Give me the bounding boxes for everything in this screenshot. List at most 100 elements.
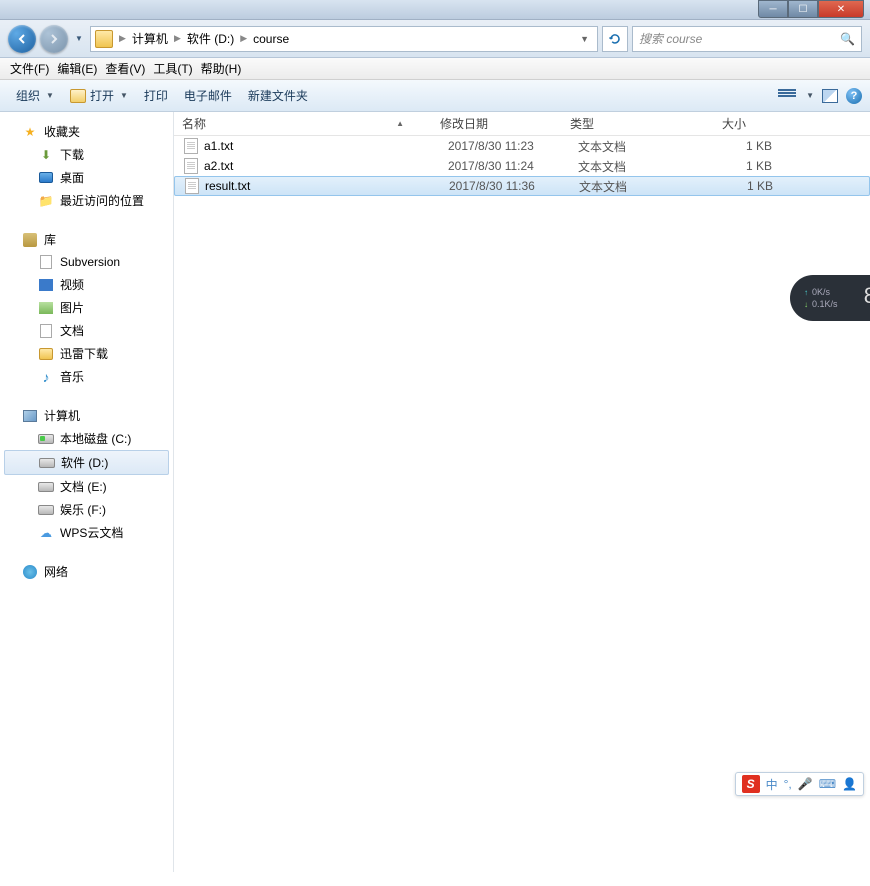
sidebar-drive-e[interactable]: 文档 (E:)	[0, 475, 173, 498]
sidebar-drive-f[interactable]: 娱乐 (F:)	[0, 498, 173, 521]
window-controls: ─ ☐ ✕	[758, 0, 864, 18]
sidebar-documents[interactable]: 文档	[0, 319, 173, 342]
sidebar-drive-c[interactable]: 本地磁盘 (C:)	[0, 427, 173, 450]
text-file-icon	[185, 178, 199, 194]
maximize-button[interactable]: ☐	[788, 0, 818, 18]
download-icon: ⬇	[38, 147, 54, 163]
back-button[interactable]	[8, 25, 36, 53]
forward-button[interactable]	[40, 25, 68, 53]
column-size[interactable]: 大小	[676, 115, 766, 132]
address-dropdown-icon[interactable]: ▼	[576, 34, 593, 44]
organize-button[interactable]: 组织▼	[8, 83, 62, 108]
sidebar-subversion[interactable]: Subversion	[0, 251, 173, 273]
sidebar-music[interactable]: ♪音乐	[0, 365, 173, 388]
computer-header[interactable]: 计算机	[0, 404, 173, 427]
print-button[interactable]: 打印	[136, 83, 176, 108]
libraries-header[interactable]: 库	[0, 228, 173, 251]
drive-icon	[38, 431, 54, 447]
breadcrumb-sep-icon: ▶	[117, 33, 128, 44]
video-icon	[38, 277, 54, 293]
computer-icon	[22, 408, 38, 424]
ime-toolbar[interactable]: S 中 °, 🎤 ⌨ 👤	[735, 772, 864, 796]
chevron-down-icon[interactable]: ▼	[806, 91, 814, 100]
breadcrumb-folder[interactable]: course	[249, 32, 293, 46]
folder-icon	[38, 346, 54, 362]
open-button[interactable]: 打开▼	[62, 83, 136, 108]
column-date[interactable]: 修改日期	[432, 115, 562, 132]
sidebar-desktop[interactable]: 桌面	[0, 166, 173, 189]
ime-lang-button[interactable]: 中	[766, 776, 778, 793]
history-dropdown[interactable]: ▼	[72, 25, 86, 53]
menu-edit[interactable]: 编辑(E)	[53, 58, 101, 79]
menu-bar: 文件(F) 编辑(E) 查看(V) 工具(T) 帮助(H)	[0, 58, 870, 80]
menu-tools[interactable]: 工具(T)	[149, 58, 196, 79]
minimize-button[interactable]: ─	[758, 0, 788, 18]
column-type[interactable]: 类型	[562, 115, 676, 132]
chevron-down-icon: ▼	[120, 91, 128, 100]
star-icon: ★	[22, 124, 38, 140]
download-speed: 0.1K/s	[812, 299, 838, 309]
search-icon: 🔍	[840, 32, 855, 46]
new-folder-button[interactable]: 新建文件夹	[240, 83, 316, 108]
menu-help[interactable]: 帮助(H)	[197, 58, 246, 79]
favorites-header[interactable]: ★收藏夹	[0, 120, 173, 143]
sogou-logo-icon[interactable]: S	[742, 775, 760, 793]
sidebar-downloads[interactable]: ⬇下载	[0, 143, 173, 166]
sidebar-xunlei[interactable]: 迅雷下载	[0, 342, 173, 365]
sidebar-pictures[interactable]: 图片	[0, 296, 173, 319]
open-icon	[70, 89, 86, 103]
file-row[interactable]: a1.txt2017/8/30 11:23文本文档1 KB	[174, 136, 870, 156]
breadcrumb-drive[interactable]: 软件 (D:)	[183, 30, 238, 47]
file-type: 文本文档	[579, 178, 693, 195]
drive-icon	[38, 502, 54, 518]
network-icon	[22, 564, 38, 580]
main-area: ★收藏夹 ⬇下载 桌面 📁最近访问的位置 库 Subversion 视频 图片 …	[0, 112, 870, 872]
upload-speed: 0K/s	[812, 287, 830, 297]
column-name[interactable]: 名称▲	[174, 115, 432, 132]
library-icon	[22, 232, 38, 248]
ime-keyboard-button[interactable]: ⌨	[819, 777, 836, 791]
help-button[interactable]: ?	[846, 88, 862, 104]
network-monitor-overlay[interactable]: ↑0K/s ↓0.1K/s 8	[790, 275, 870, 321]
close-button[interactable]: ✕	[818, 0, 864, 18]
breadcrumb-computer[interactable]: 计算机	[128, 30, 172, 47]
file-size: 1 KB	[692, 139, 772, 153]
navigation-pane: ★收藏夹 ⬇下载 桌面 📁最近访问的位置 库 Subversion 视频 图片 …	[0, 112, 174, 872]
ime-user-button[interactable]: 👤	[842, 777, 857, 791]
desktop-icon	[38, 170, 54, 186]
search-input[interactable]: 搜索 course 🔍	[632, 26, 862, 52]
file-list-pane: 名称▲ 修改日期 类型 大小 a1.txt2017/8/30 11:23文本文档…	[174, 112, 870, 872]
file-row[interactable]: result.txt2017/8/30 11:36文本文档1 KB	[174, 176, 870, 196]
file-name: result.txt	[205, 179, 449, 193]
sidebar-drive-d[interactable]: 软件 (D:)	[4, 450, 169, 475]
netmon-badge: 8	[864, 283, 870, 309]
sidebar-recent[interactable]: 📁最近访问的位置	[0, 189, 173, 212]
text-file-icon	[184, 158, 198, 174]
file-type: 文本文档	[578, 158, 692, 175]
email-button[interactable]: 电子邮件	[176, 83, 240, 108]
sidebar-videos[interactable]: 视频	[0, 273, 173, 296]
sidebar-wps-cloud[interactable]: ☁WPS云文档	[0, 521, 173, 544]
toolbar: 组织▼ 打开▼ 打印 电子邮件 新建文件夹 ▼ ?	[0, 80, 870, 112]
refresh-button[interactable]	[602, 26, 628, 52]
view-options-button[interactable]	[778, 89, 796, 103]
text-file-icon	[184, 138, 198, 154]
address-bar[interactable]: ▶ 计算机 ▶ 软件 (D:) ▶ course ▼	[90, 26, 598, 52]
title-bar: ─ ☐ ✕	[0, 0, 870, 20]
file-row[interactable]: a2.txt2017/8/30 11:24文本文档1 KB	[174, 156, 870, 176]
network-header[interactable]: 网络	[0, 560, 173, 583]
ime-mic-button[interactable]: 🎤	[798, 777, 813, 791]
file-type: 文本文档	[578, 138, 692, 155]
doc-icon	[38, 323, 54, 339]
breadcrumb-sep-icon: ▶	[172, 33, 183, 44]
file-date: 2017/8/30 11:24	[448, 159, 578, 173]
file-name: a1.txt	[204, 139, 448, 153]
chevron-down-icon: ▼	[46, 91, 54, 100]
drive-icon	[39, 455, 55, 471]
preview-pane-button[interactable]	[822, 89, 838, 103]
menu-view[interactable]: 查看(V)	[101, 58, 149, 79]
ime-punct-button[interactable]: °,	[784, 777, 792, 791]
file-date: 2017/8/30 11:36	[449, 179, 579, 193]
download-arrow-icon: ↓	[804, 300, 808, 309]
menu-file[interactable]: 文件(F)	[6, 58, 53, 79]
